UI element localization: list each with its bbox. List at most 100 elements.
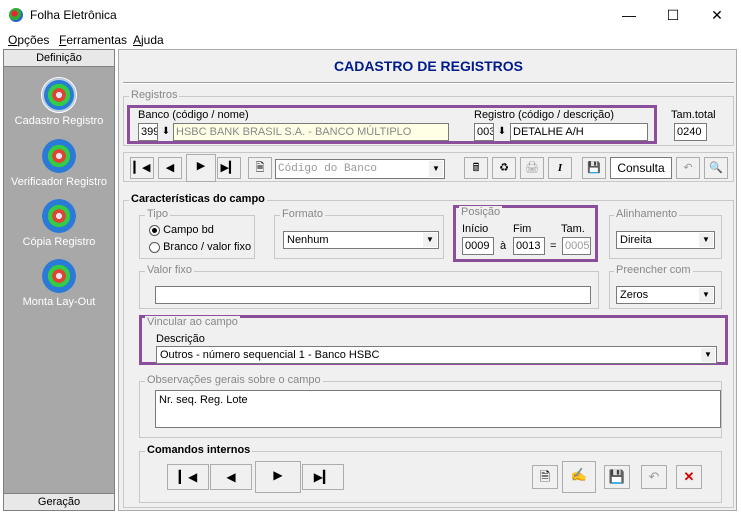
tam-label: Tam. — [561, 223, 585, 235]
vincular-label: Vincular ao campo — [145, 316, 240, 328]
formato-label: Formato — [280, 208, 325, 220]
monta-layout-icon — [42, 259, 76, 293]
alinhamento-select[interactable]: Direita ▼ — [616, 231, 715, 249]
sidebar-footer-geracao[interactable]: Geração — [4, 493, 114, 510]
radio-branco-valor-fixo[interactable]: Branco / valor fixo — [149, 241, 251, 253]
alinhamento-label: Alinhamento — [614, 208, 680, 220]
save-button[interactable]: 💾 — [604, 465, 630, 489]
tam-total-field[interactable]: 0240 — [674, 123, 707, 141]
cmd-prev-button[interactable]: ◀ — [210, 464, 252, 490]
vincular-value: Outros - número sequencial 1 - Banco HSB… — [160, 349, 380, 361]
sidebar-item-copia-registro[interactable]: Cópia Registro — [4, 199, 114, 248]
binoculars-icon[interactable]: 🔍 — [704, 157, 728, 179]
edit-record-button[interactable]: ✍ — [562, 461, 596, 493]
codigo-banco-search[interactable]: Código do Banco ▼ — [275, 159, 445, 179]
observacoes-label: Observações gerais sobre o campo — [145, 374, 323, 386]
inicio-label: Início — [462, 223, 489, 235]
chevron-down-icon: ▼ — [423, 233, 437, 247]
minimize-button[interactable]: — — [607, 4, 651, 26]
banco-code-field[interactable]: 399 — [138, 123, 158, 141]
preencher-value: Zeros — [620, 289, 649, 301]
italic-icon[interactable]: I — [548, 157, 572, 179]
cadastro-registro-icon — [41, 77, 77, 113]
tipo-label: Tipo — [145, 208, 170, 220]
registros-group-label: Registros — [129, 89, 180, 101]
new-document-button[interactable]: 🗎 — [532, 465, 558, 489]
sidebar-item-monta-layout[interactable]: Monta Lay-Out — [4, 259, 114, 308]
window-title: Folha Eletrônica — [30, 8, 117, 22]
divider — [123, 82, 734, 84]
radio-label: Branco / valor fixo — [163, 241, 252, 253]
radio-label: Campo bd — [163, 224, 214, 236]
delete-button[interactable]: ✕ — [676, 465, 702, 489]
sidebar-header-definicao[interactable]: Definição — [4, 50, 114, 67]
registro-lookup-icon[interactable]: ⬇ — [495, 123, 509, 141]
page-title: CADASTRO DE REGISTROS — [333, 58, 523, 74]
calculator-icon[interactable]: 🖩 — [464, 157, 488, 179]
maximize-button[interactable]: ☐ — [651, 4, 695, 26]
search-placeholder: Código do Banco — [278, 163, 378, 175]
undo-icon[interactable]: ↶ — [676, 157, 700, 179]
save-icon[interactable]: 💾 — [582, 157, 606, 179]
close-window-button[interactable]: ✕ — [695, 4, 739, 26]
cmd-last-button[interactable]: ▶▎ — [302, 464, 344, 490]
chevron-down-icon: ▼ — [699, 233, 713, 247]
sidebar-item-label: Cadastro Registro — [14, 115, 104, 127]
last-record-button[interactable]: ▶▎ — [217, 157, 241, 179]
sidebar-item-verificador-registro[interactable]: Verificador Registro — [4, 139, 114, 188]
sidebar-item-cadastro-registro[interactable]: Cadastro Registro — [4, 77, 114, 127]
menu-opcoes[interactable]: Opções — [8, 33, 49, 47]
vincular-select[interactable]: Outros - número sequencial 1 - Banco HSB… — [156, 346, 717, 364]
banco-lookup-icon[interactable]: ⬇ — [159, 123, 173, 141]
banco-name-field[interactable]: HSBC BANK BRASIL S.A. - BANCO MÚLTIPLO — [173, 123, 449, 141]
inicio-field[interactable]: 0009 — [462, 237, 494, 255]
copia-registro-icon — [42, 199, 76, 233]
chevron-down-icon[interactable]: ▼ — [429, 161, 443, 177]
next-record-button[interactable]: ▶ — [186, 154, 216, 182]
print-icon[interactable]: 🖨 — [520, 157, 544, 179]
sidebar-item-label: Verificador Registro — [11, 176, 107, 188]
fim-field[interactable]: 0013 — [513, 237, 545, 255]
consulta-button[interactable]: Consulta — [610, 157, 672, 179]
preencher-label: Preencher com — [614, 264, 693, 276]
registro-desc-field[interactable]: DETALHE A/H — [510, 123, 648, 141]
cmd-first-button[interactable]: ▎◀ — [167, 464, 209, 490]
main-panel: CADASTRO DE REGISTROS Registros Banco (c… — [118, 49, 737, 511]
registro-code-field[interactable]: 003 — [474, 123, 494, 141]
menu-ajuda[interactable]: Ajuda — [133, 33, 164, 47]
tam-total-label: Tam.total — [671, 109, 716, 121]
tam-field: 0005 — [562, 237, 591, 255]
fim-label: Fim — [513, 223, 532, 235]
app-icon — [9, 8, 23, 22]
radio-empty-icon — [149, 241, 160, 253]
radio-campo-bd[interactable]: Campo bd — [149, 224, 214, 236]
registro-label: Registro (código / descrição) — [474, 109, 615, 121]
first-record-button[interactable]: ▎◀ — [130, 157, 154, 179]
banco-label: Banco (código / nome) — [138, 109, 249, 121]
sidebar: Definição Cadastro Registro Verificador … — [3, 49, 115, 511]
equals-sign: = — [550, 240, 557, 252]
recycle-icon[interactable]: ♻ — [492, 157, 516, 179]
sidebar-item-label: Monta Lay-Out — [22, 296, 96, 308]
menu-ferramentas[interactable]: Ferramentas — [59, 33, 127, 47]
menu-bar: Opções Ferramentas Ajuda — [0, 31, 741, 49]
valor-fixo-field[interactable] — [155, 286, 591, 304]
valor-fixo-label: Valor fixo — [145, 264, 195, 276]
sidebar-item-label: Cópia Registro — [22, 236, 96, 248]
prev-record-button[interactable]: ◀ — [158, 157, 182, 179]
posicao-label: Posição — [459, 206, 503, 218]
cmd-next-button[interactable]: ▶ — [255, 461, 301, 493]
chevron-down-icon: ▼ — [699, 288, 713, 302]
title-bar: Folha Eletrônica — ☐ ✕ — [0, 0, 741, 31]
radio-selected-icon — [149, 224, 160, 236]
observacoes-field[interactable]: Nr. seq. Reg. Lote — [155, 390, 721, 428]
formato-value: Nenhum — [287, 234, 329, 246]
undo-button[interactable]: ↶ — [641, 465, 667, 489]
preencher-select[interactable]: Zeros ▼ — [616, 286, 715, 304]
new-document-icon[interactable]: 🗎 — [248, 157, 272, 179]
formato-select[interactable]: Nenhum ▼ — [283, 231, 439, 249]
comandos-label: Comandos internos — [145, 444, 253, 456]
range-separator: à — [500, 240, 507, 252]
descricao-label: Descrição — [156, 333, 205, 345]
chevron-down-icon: ▼ — [701, 348, 715, 362]
